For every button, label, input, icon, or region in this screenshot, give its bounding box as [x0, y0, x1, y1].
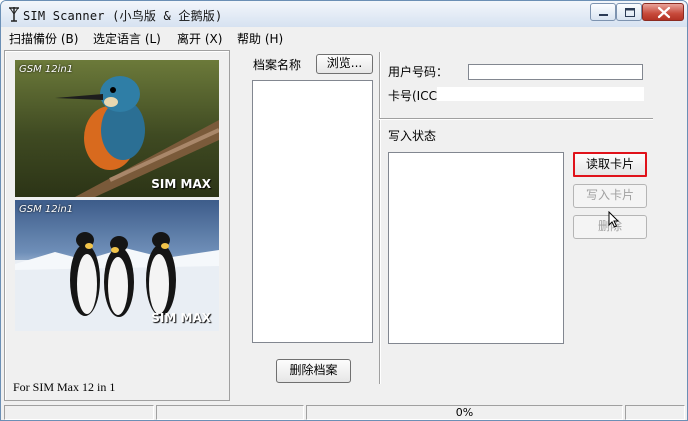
- minimize-button[interactable]: [590, 3, 616, 21]
- menu-exit[interactable]: 离开 (X): [177, 30, 222, 47]
- progress-text: 0%: [455, 406, 474, 419]
- card-number-label: 卡号(ICC: [388, 89, 437, 103]
- maximize-button[interactable]: [616, 3, 642, 21]
- vertical-divider: [379, 52, 380, 384]
- main-window: SIM Scanner (小鸟版 & 企鹅版) 扫描備份 (B) 选定语言 (L…: [0, 0, 688, 421]
- close-icon: [657, 6, 671, 19]
- title-bar[interactable]: SIM Scanner (小鸟版 & 企鹅版): [1, 1, 687, 28]
- client-area: GSM 12in1 SIM MAX GSM 12in1 SIM MAX For …: [1, 48, 687, 404]
- user-number-field[interactable]: [468, 64, 643, 80]
- file-list[interactable]: [252, 80, 373, 343]
- antenna-icon: [7, 5, 21, 23]
- device-caption: For SIM Max 12 in 1: [13, 380, 116, 394]
- horizontal-divider: [379, 118, 653, 119]
- status-cell-2: [156, 405, 304, 420]
- status-cell-1: [4, 405, 154, 420]
- image-bottom-label: GSM 12in1: [19, 204, 74, 215]
- maximize-icon: [625, 8, 635, 17]
- image-top-label: GSM 12in1: [19, 64, 74, 75]
- menu-help[interactable]: 帮助 (H): [237, 30, 283, 47]
- window-title: SIM Scanner (小鸟版 & 企鹅版): [23, 9, 223, 23]
- minimize-icon: [599, 14, 608, 16]
- kingfisher-image: GSM 12in1 SIM MAX: [15, 60, 219, 197]
- write-status-label: 写入状态: [388, 129, 437, 143]
- browse-button[interactable]: 浏览...: [316, 54, 373, 74]
- delete-file-button[interactable]: 删除档案: [276, 359, 351, 383]
- write-status-list[interactable]: [388, 152, 564, 344]
- image-top-logo: SIM MAX: [151, 177, 211, 191]
- menu-scan-backup[interactable]: 扫描備份 (B): [9, 30, 78, 47]
- file-name-label: 档案名称: [253, 58, 302, 72]
- status-cell-4: [625, 405, 685, 420]
- close-button[interactable]: [642, 3, 684, 21]
- image-bottom-logo: SIM MAX: [151, 311, 211, 325]
- penguins-image: GSM 12in1 SIM MAX: [15, 200, 219, 331]
- user-number-label: 用户号码：: [388, 65, 449, 79]
- read-card-button[interactable]: 读取卡片: [573, 152, 647, 177]
- progress-cell: 0%: [306, 405, 623, 420]
- write-card-button[interactable]: 写入卡片: [573, 184, 647, 208]
- status-bar: 0%: [1, 404, 687, 420]
- menu-bar: 扫描備份 (B) 选定语言 (L) 离开 (X) 帮助 (H): [1, 27, 687, 49]
- mouse-pointer-icon: [608, 211, 620, 228]
- menu-select-language[interactable]: 选定语言 (L): [93, 30, 161, 47]
- card-number-field[interactable]: [437, 87, 644, 101]
- left-panel: GSM 12in1 SIM MAX GSM 12in1 SIM MAX For …: [4, 50, 230, 401]
